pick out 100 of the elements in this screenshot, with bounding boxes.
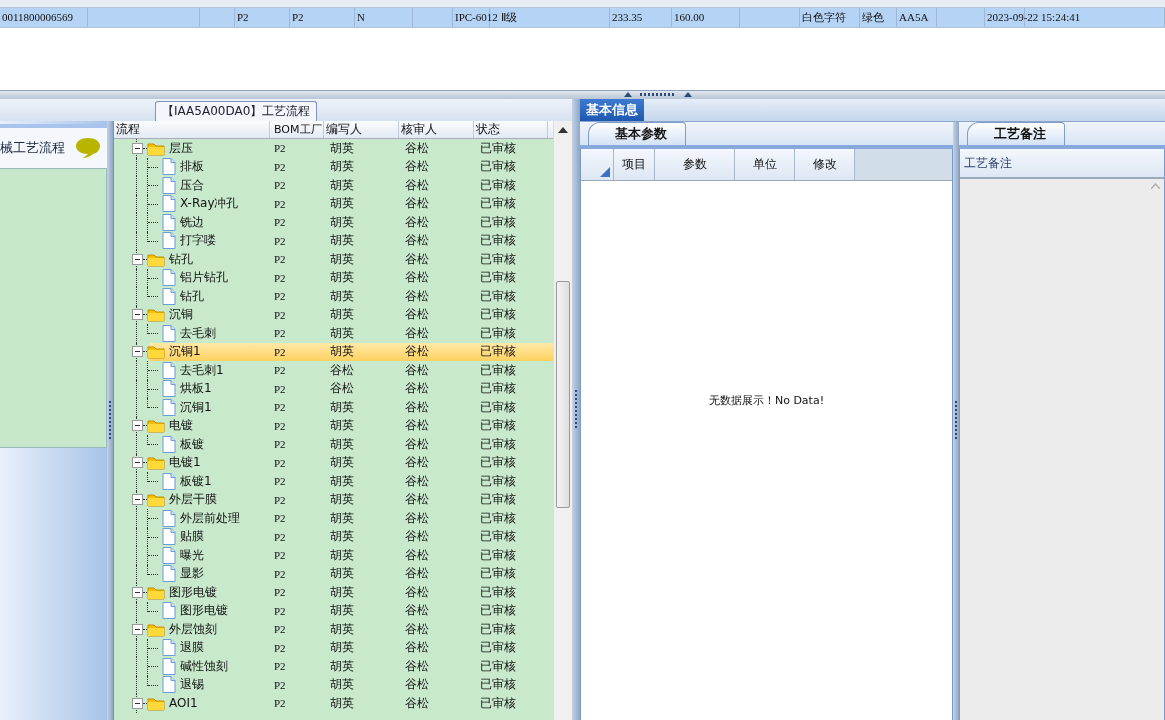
table-cell-text: 谷松	[404, 250, 430, 268]
column-header[interactable]: 编写人	[324, 121, 399, 138]
column-header[interactable]: 参数	[655, 149, 735, 180]
collapse-icon[interactable]	[132, 253, 143, 265]
table-cell-text: 胡英	[329, 528, 355, 546]
table-cell-text: 已审核	[479, 657, 517, 675]
table-cell-text: 绿色	[861, 10, 885, 25]
column-header[interactable]: 项目	[614, 149, 655, 180]
table-cell-text: P2	[236, 10, 250, 25]
panel-title: 【IAA5A00DA0】工艺流程	[155, 101, 318, 121]
tree-row[interactable]: 外层前处理 P2 胡英 谷松 已审核	[114, 509, 553, 528]
table-cell-text: 谷松	[404, 195, 430, 213]
column-header[interactable]: 单位	[735, 149, 795, 180]
table-cell-text: 谷松	[404, 676, 430, 694]
tree-row[interactable]: 电镀1 P2 胡英 谷松 已审核	[114, 453, 553, 472]
tree-row[interactable]: 外层蚀刻 P2 胡英 谷松 已审核	[114, 620, 553, 639]
table-cell-text: 已审核	[479, 287, 517, 305]
tree-row[interactable]: 沉铜1 P2 胡英 谷松 已审核	[114, 398, 553, 417]
up-arrow-icon[interactable]	[683, 92, 692, 97]
table-cell-text: P2	[273, 641, 287, 654]
table-row[interactable]: 0011800006569 P2 P2 N IPC-6012 Ⅱ级 233.35 160.00 白色字符 绿色 AA5A 2023-09-22 15:24:41	[0, 8, 1165, 28]
tab[interactable]: 基本信息	[580, 99, 644, 121]
table-cell-text: 已审核	[479, 694, 517, 712]
table-cell-text: 胡英	[329, 195, 355, 213]
column-header[interactable]: BOM工厂	[270, 121, 324, 138]
up-arrow-icon[interactable]	[623, 92, 632, 97]
collapse-icon[interactable]	[132, 346, 143, 358]
table-cell-text: P2	[273, 493, 287, 506]
document-icon	[162, 435, 176, 453]
tree-row[interactable]: 排板 P2 胡英 谷松 已审核	[114, 157, 553, 176]
tree-row[interactable]: 外层干膜 P2 胡英 谷松 已审核	[114, 490, 553, 509]
tree-row[interactable]: 烘板1 P2 谷松 谷松 已审核	[114, 379, 553, 398]
table-cell-text: P2	[273, 567, 287, 580]
tree-node-label: 显影	[180, 565, 204, 583]
tree-row[interactable]: 沉铜 P2 胡英 谷松 已审核	[114, 305, 553, 324]
folder-icon	[147, 140, 165, 156]
table-cell-text: 已审核	[479, 472, 517, 490]
tree-row[interactable]: 铣边 P2 胡英 谷松 已审核	[114, 213, 553, 232]
tree-row[interactable]: 铝片钻孔 P2 胡英 谷松 已审核	[114, 268, 553, 287]
tree-node-label: 贴膜	[180, 528, 204, 546]
table-cell-text: 谷松	[404, 343, 430, 361]
collapse-icon[interactable]	[132, 494, 143, 506]
tree-row[interactable]: 压合 P2 胡英 谷松 已审核	[114, 176, 553, 195]
tree-row[interactable]: 退锡 P2 胡英 谷松 已审核	[114, 675, 553, 694]
tree-row[interactable]: 层压 P2 胡英 谷松 已审核	[114, 139, 553, 158]
tree-row[interactable]: 显影 P2 胡英 谷松 已审核	[114, 564, 553, 583]
collapse-icon[interactable]	[132, 142, 143, 154]
collapse-icon[interactable]	[132, 586, 143, 598]
up-arrow-icon[interactable]	[558, 127, 568, 133]
tree-row[interactable]: 去毛刺1 P2 谷松 谷松 已审核	[114, 361, 553, 380]
table-cell-text: P2	[273, 623, 287, 636]
table-cell-text: 胡英	[329, 250, 355, 268]
column-header[interactable]: 工艺备注	[960, 149, 1164, 179]
column-header[interactable]: 流程	[114, 121, 270, 138]
collapse-icon[interactable]	[132, 420, 143, 432]
table-cell-text: 已审核	[479, 195, 517, 213]
document-icon	[162, 528, 176, 546]
tree-node-label: 铝片钻孔	[180, 269, 228, 287]
splitter-grip[interactable]	[639, 93, 676, 96]
tree-row[interactable]: 钻孔 P2 胡英 谷松 已审核	[114, 250, 553, 269]
tree-node-label: 沉铜	[169, 306, 193, 324]
tree-row[interactable]: 图形电镀 P2 胡英 谷松 已审核	[114, 583, 553, 602]
tree-row[interactable]: 去毛刺 P2 胡英 谷松 已审核	[114, 324, 553, 343]
tree-row[interactable]: 板镀1 P2 胡英 谷松 已审核	[114, 472, 553, 491]
tree-row[interactable]: X-Ray冲孔 P2 胡英 谷松 已审核	[114, 194, 553, 213]
tree-node-label: 电镀	[169, 417, 193, 435]
collapse-icon[interactable]	[132, 309, 143, 321]
table-cell-text: 已审核	[479, 435, 517, 453]
table-cell-text: 0011800006569	[1, 10, 75, 25]
tree-row[interactable]: 曝光 P2 胡英 谷松 已审核	[114, 546, 553, 565]
collapse-icon[interactable]	[132, 457, 143, 469]
table-cell-text: 胡英	[329, 213, 355, 231]
tree-row[interactable]: AOI1 P2 胡英 谷松 已审核	[114, 694, 553, 713]
collapse-icon[interactable]	[132, 623, 143, 635]
table-cell-text: 胡英	[329, 472, 355, 490]
tree-node-label: 铣边	[180, 213, 204, 231]
table-cell-text: 胡英	[329, 287, 355, 305]
collapse-icon[interactable]	[132, 697, 143, 709]
tab[interactable]: 基本参数	[588, 122, 686, 145]
tree-row[interactable]: 电镀 P2 胡英 谷松 已审核	[114, 416, 553, 435]
table-cell-text: 胡英	[329, 343, 355, 361]
tree-row[interactable]: 退膜 P2 胡英 谷松 已审核	[114, 638, 553, 657]
table-cell-text: P2	[273, 530, 287, 543]
table-cell-text: 已审核	[479, 491, 517, 509]
scroll-thumb[interactable]	[556, 281, 570, 508]
table-cell-text: P2	[273, 253, 287, 266]
tree-row[interactable]: 打字喽 P2 胡英 谷松 已审核	[114, 231, 553, 250]
tree-row[interactable]: 钻孔 P2 胡英 谷松 已审核	[114, 287, 553, 306]
document-icon	[162, 176, 176, 194]
table-cell-text: 谷松	[329, 380, 355, 398]
tree-row[interactable]: 碱性蚀刻 P2 胡英 谷松 已审核	[114, 657, 553, 676]
tree-row[interactable]: 图形电镀 P2 胡英 谷松 已审核	[114, 601, 553, 620]
tree-row[interactable]: 板镀 P2 胡英 谷松 已审核	[114, 435, 553, 454]
tree-row[interactable]: 贴膜 P2 胡英 谷松 已审核	[114, 527, 553, 546]
tab[interactable]: 工艺备注	[967, 122, 1065, 145]
table-cell-text: 谷松	[404, 380, 430, 398]
column-header[interactable]: 状态	[474, 121, 548, 138]
scrollbar[interactable]	[553, 121, 572, 720]
column-header[interactable]: 核审人	[399, 121, 474, 138]
table-cell-text: 谷松	[404, 398, 430, 416]
